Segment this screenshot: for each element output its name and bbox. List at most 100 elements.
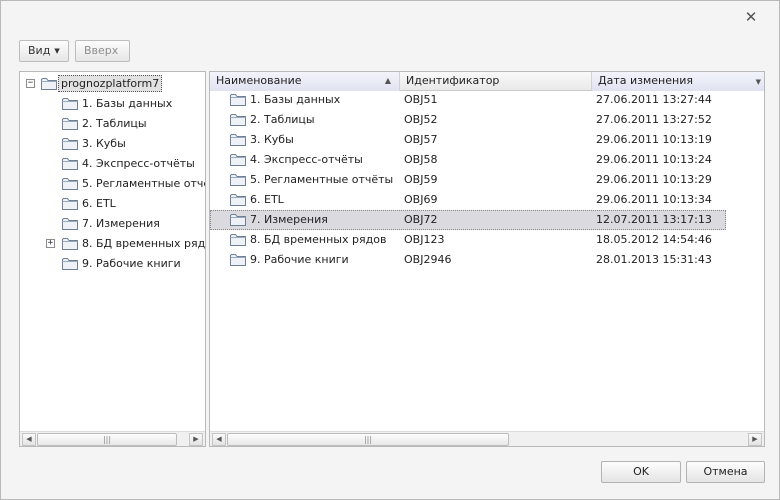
column-name-label: Наименование [216, 74, 302, 87]
scroll-left-icon[interactable]: ◀ [22, 433, 36, 446]
column-id-label: Идентификатор [406, 74, 500, 87]
folder-icon [230, 113, 246, 126]
cell-id: OBJ58 [404, 153, 438, 166]
tree-horizontal-scrollbar[interactable]: ◀ ||| ▶ [20, 431, 205, 446]
table-row[interactable]: 2. Таблицы OBJ52 27.06.2011 13:27:52 [210, 110, 726, 130]
cell-id: OBJ69 [404, 193, 438, 206]
cell-date: 29.06.2011 10:13:34 [596, 193, 712, 206]
tree-item[interactable]: 6. ETL [20, 194, 205, 214]
folder-icon [230, 153, 246, 166]
tree-item[interactable]: 4. Экспресс-отчёты [20, 154, 205, 174]
folder-icon [230, 253, 246, 266]
cell-name: 2. Таблицы [250, 113, 315, 126]
cell-id: OBJ57 [404, 133, 438, 146]
up-button[interactable]: Вверх [75, 40, 130, 62]
column-header-date[interactable]: Дата изменения ▼ [592, 72, 764, 91]
tree-item-label: 3. Кубы [82, 137, 126, 150]
cell-date: 29.06.2011 10:13:19 [596, 133, 712, 146]
ok-button[interactable]: OK [601, 461, 681, 483]
folder-icon [62, 217, 78, 230]
column-header-id[interactable]: Идентификатор [400, 72, 592, 91]
table-row[interactable]: 5. Регламентные отчёты OBJ59 29.06.2011 10… [210, 170, 726, 190]
tree-root-label: prognozplatform7 [58, 75, 163, 92]
tree-item-label: 7. Измерения [82, 217, 160, 230]
folder-icon [62, 117, 78, 130]
cell-name: 3. Кубы [250, 133, 294, 146]
folder-icon [62, 197, 78, 210]
tree-item-label: 5. Регламентные отчёты [82, 177, 205, 190]
column-date-label: Дата изменения [598, 74, 693, 87]
folder-icon [62, 257, 78, 270]
tree-root[interactable]: − prognozplatform7 [20, 74, 205, 94]
folder-icon [230, 173, 246, 186]
column-menu-icon[interactable]: ▼ [756, 73, 761, 91]
tree-item[interactable]: 1. Базы данных [20, 94, 205, 114]
cell-date: 27.06.2011 13:27:52 [596, 113, 712, 126]
folder-icon [62, 177, 78, 190]
table-row[interactable]: 6. ETL OBJ69 29.06.2011 10:13:34 [210, 190, 726, 210]
cell-id: OBJ2946 [404, 253, 452, 266]
table-row[interactable]: 8. БД временных рядов OBJ123 18.05.2012 14… [210, 230, 726, 250]
folder-icon [62, 237, 78, 250]
folder-icon [62, 137, 78, 150]
list-horizontal-scrollbar[interactable]: ◀ ||| ▶ [210, 431, 764, 446]
cell-date: 27.06.2011 13:27:44 [596, 93, 712, 106]
cell-name: 4. Экспресс-отчёты [250, 153, 363, 166]
close-icon[interactable]: ✕ [741, 7, 761, 27]
cell-date: 12.07.2011 13:17:13 [596, 213, 712, 226]
grid-header: Наименование ▲ Идентификатор Дата измене… [210, 72, 764, 91]
folder-icon [41, 77, 57, 90]
tree-item-label: 9. Рабочие книги [82, 257, 181, 270]
cell-date: 28.01.2013 15:31:43 [596, 253, 712, 266]
scroll-thumb[interactable]: ||| [227, 433, 509, 446]
cell-id: OBJ52 [404, 113, 438, 126]
column-header-name[interactable]: Наименование ▲ [210, 72, 400, 91]
up-button-label: Вверх [84, 44, 119, 57]
folder-icon [230, 213, 246, 226]
tree-item-label: 4. Экспресс-отчёты [82, 157, 195, 170]
scroll-right-icon[interactable]: ▶ [748, 433, 762, 446]
cell-id: OBJ51 [404, 93, 438, 106]
tree-item[interactable]: 5. Регламентные отчёты [20, 174, 205, 194]
scroll-thumb[interactable]: ||| [37, 433, 177, 446]
view-button-label: Вид [28, 44, 51, 57]
scroll-left-icon[interactable]: ◀ [212, 433, 226, 446]
cell-id: OBJ72 [404, 213, 438, 226]
tree-item[interactable]: 7. Измерения [20, 214, 205, 234]
scroll-right-icon[interactable]: ▶ [189, 433, 203, 446]
folder-tree: − prognozplatform7 1. Базы данных 2. Таблиц… [19, 71, 206, 447]
folder-icon [230, 193, 246, 206]
tree-item[interactable]: 9. Рабочие книги [20, 254, 205, 274]
table-row[interactable]: 9. Рабочие книги OBJ2946 28.01.2013 15:31:… [210, 250, 726, 270]
cell-name: 5. Регламентные отчёты [250, 173, 394, 186]
cell-name: 6. ETL [250, 193, 284, 206]
table-row[interactable]: 1. Базы данных OBJ51 27.06.2011 13:27:44 [210, 90, 726, 110]
table-row[interactable]: 4. Экспресс-отчёты OBJ58 29.06.2011 10:13:… [210, 150, 726, 170]
tree-item-label: 2. Таблицы [82, 117, 147, 130]
cancel-button[interactable]: Отмена [686, 461, 765, 483]
tree-item[interactable]: 2. Таблицы [20, 114, 205, 134]
cell-name: 8. БД временных рядов [250, 233, 387, 246]
tree-item-label: 8. БД временных рядов [82, 237, 206, 250]
open-object-dialog: ✕ Вид ▼ Вверх − prognozplatform7 1. Базы да… [0, 0, 780, 500]
expand-icon[interactable]: + [46, 239, 55, 248]
sort-ascending-icon: ▲ [384, 76, 391, 85]
folder-icon [230, 133, 246, 146]
table-row[interactable]: 3. Кубы OBJ57 29.06.2011 10:13:19 [210, 130, 726, 150]
folder-icon [230, 93, 246, 106]
object-list: Наименование ▲ Идентификатор Дата измене… [209, 71, 765, 447]
tree-item[interactable]: 3. Кубы [20, 134, 205, 154]
cell-date: 18.05.2012 14:54:46 [596, 233, 712, 246]
folder-icon [62, 157, 78, 170]
cell-id: OBJ59 [404, 173, 438, 186]
collapse-icon[interactable]: − [26, 79, 35, 88]
cell-name: 7. Измерения [250, 213, 328, 226]
table-row[interactable]: 7. Измерения OBJ72 12.07.2011 13:17:13 [210, 210, 726, 230]
cell-id: OBJ123 [404, 233, 445, 246]
cell-date: 29.06.2011 10:13:29 [596, 173, 712, 186]
folder-icon [62, 97, 78, 110]
folder-icon [230, 233, 246, 246]
view-dropdown-button[interactable]: Вид ▼ [19, 40, 69, 62]
tree-item[interactable]: +8. БД временных рядов [20, 234, 206, 254]
cell-name: 1. Базы данных [250, 93, 341, 106]
